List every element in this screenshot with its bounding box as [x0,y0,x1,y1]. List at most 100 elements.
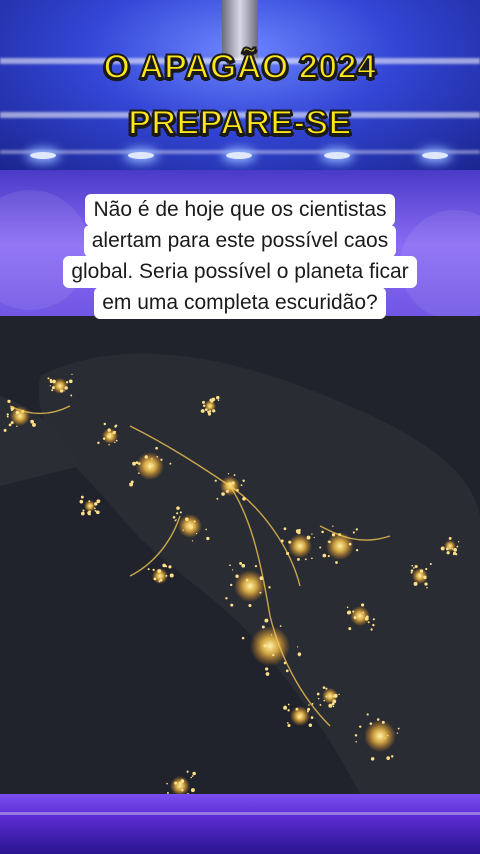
caption-line-3: global. Seria possível o planeta ficar [63,256,417,288]
light-dot [287,703,290,706]
light-dot [283,527,287,531]
light-dot [65,381,69,384]
light-dot [411,564,414,567]
light-dot [248,603,252,608]
light-dot [242,479,245,482]
light-dot [115,439,118,442]
light-dot [310,716,314,719]
light-dot [221,492,225,496]
light-dot [190,776,193,779]
light-dot [114,441,116,444]
city-glow [136,452,164,480]
light-dot [175,519,177,521]
light-dot [325,695,328,698]
light-dot [156,455,159,458]
caption-box: Não é de hoje que os cientistas alertam … [34,194,446,319]
light-dot [6,415,9,418]
light-dot [386,734,389,737]
light-dot [189,525,194,529]
light-dot [193,520,196,523]
light-dot [185,517,189,521]
light-dot [362,611,365,614]
light-dot [323,699,325,702]
light-dot [424,582,428,586]
light-dot [348,542,352,546]
light-dot [212,409,216,413]
light-dot [453,548,458,552]
light-dot [47,377,50,380]
light-dot [456,545,459,548]
light-dot [16,425,18,427]
light-dot [419,569,424,573]
light-dot [160,458,163,461]
light-dot [230,603,234,607]
light-dot [152,568,155,572]
light-dot [102,437,106,440]
light-dot [372,623,375,627]
light-dot [230,583,233,587]
light-dot [410,571,413,574]
light-dot [264,618,269,623]
light-dot [63,390,65,392]
light-dot [245,578,249,582]
lamp [30,152,56,159]
light-dot [206,536,210,541]
light-dot [451,547,454,550]
light-dot [297,557,300,561]
light-dot [202,404,206,407]
light-dot [214,479,217,482]
light-dot [352,610,355,613]
light-dot [137,462,141,465]
light-dot [200,410,202,412]
light-dot [191,540,194,542]
light-dot [217,399,220,401]
light-dot [327,540,330,543]
light-dot [413,581,418,586]
light-dot [181,789,184,792]
light-dot [103,422,107,426]
light-dot [386,756,391,760]
light-dot [168,565,172,569]
light-dot [335,561,338,564]
light-dot [352,531,355,534]
light-dot [32,423,36,427]
light-dot [241,563,246,568]
light-dot [322,553,327,558]
light-dot [82,509,85,512]
light-dot [64,386,68,390]
light-dot [144,455,148,459]
lamp [422,152,448,159]
light-dot [321,530,324,534]
caption-line-2: alertam para este possível caos [83,225,397,257]
light-dot [227,473,230,475]
city-glow [326,532,354,560]
light-dot [418,573,421,576]
headline-line-1: O APAGÃO 2024 [103,47,377,87]
light-dot [369,722,373,725]
light-dot [449,547,451,550]
light-dot [319,546,322,549]
light-dot [181,778,183,781]
light-dot [95,510,100,515]
night-satellite-photo [0,316,480,800]
light-dot [162,563,167,568]
light-dot [71,373,73,375]
city-glow [364,720,396,752]
light-dot [287,723,291,728]
light-dot [313,536,315,539]
light-dot [148,467,151,470]
light-dot [263,644,267,648]
light-dot [295,707,299,711]
light-dot [355,741,357,743]
light-dot [396,732,399,734]
light-dot [174,781,178,785]
light-dot [80,495,84,499]
light-dot [370,757,375,761]
light-dot [279,625,282,627]
light-dot [448,537,451,539]
light-dot [287,722,289,724]
light-dot [49,380,53,384]
light-dot [115,424,118,427]
light-dot [317,697,320,700]
light-dot [381,720,385,724]
